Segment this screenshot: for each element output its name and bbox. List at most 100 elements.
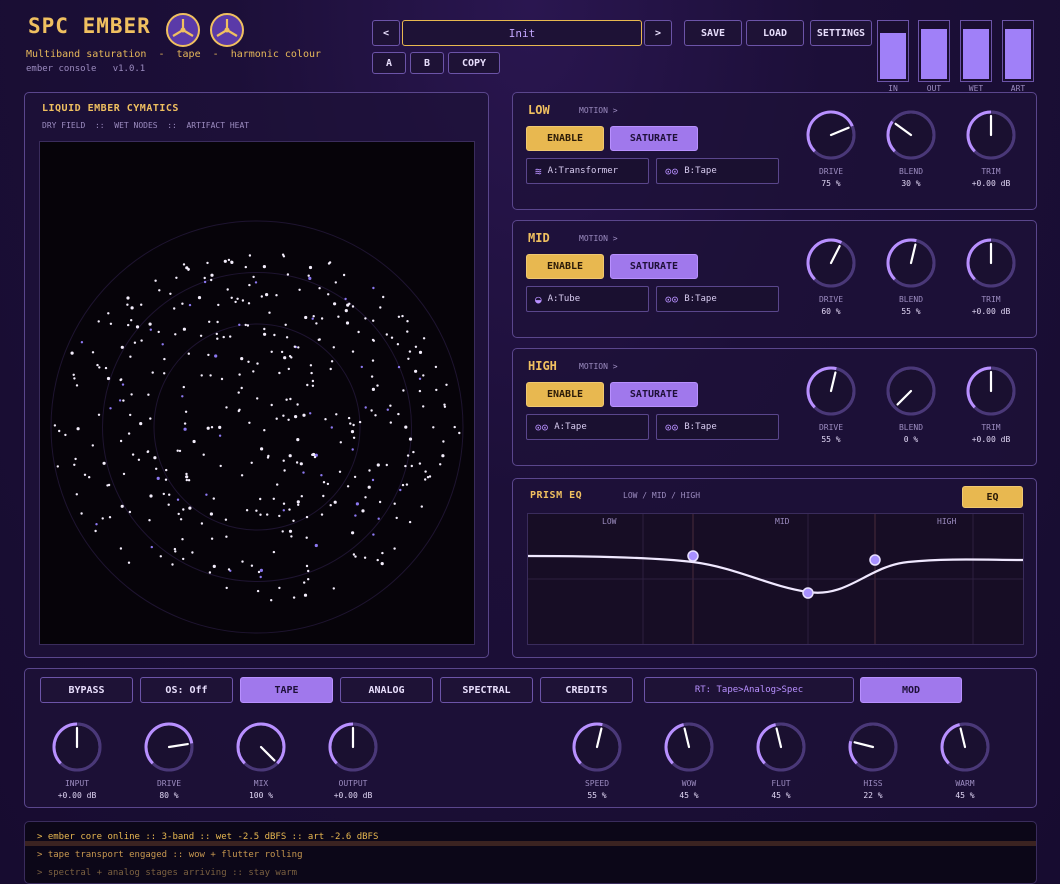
output-knob[interactable]	[327, 721, 379, 777]
trim-knob[interactable]	[965, 365, 1017, 421]
saturate-button[interactable]: SATURATE	[610, 254, 698, 279]
saturate-button[interactable]: SATURATE	[610, 126, 698, 151]
cymatics-dot	[171, 563, 174, 566]
cymatics-dot	[202, 453, 205, 456]
cymatics-dot	[364, 406, 367, 409]
trim-knob[interactable]	[965, 237, 1017, 293]
cymatics-dot	[376, 384, 379, 387]
cymatics-dot	[247, 302, 251, 305]
ab-a-button[interactable]: A	[372, 52, 406, 74]
cymatics-dot	[424, 478, 427, 481]
drive-knob[interactable]	[143, 721, 195, 777]
trim-knob[interactable]	[965, 109, 1017, 165]
cymatics-dot	[395, 516, 398, 520]
eq-graph[interactable]: LOW MID HIGH	[527, 513, 1024, 645]
drive-knob[interactable]	[805, 109, 857, 165]
slot-b-selector[interactable]: ⊙⊙ B:Tape	[656, 286, 779, 312]
cymatics-dot	[352, 553, 356, 556]
drive-value: 55 %	[821, 435, 841, 444]
speed-knob[interactable]	[571, 721, 623, 777]
wow-knob[interactable]	[663, 721, 715, 777]
hiss-knob[interactable]	[847, 721, 899, 777]
slot-b-selector[interactable]: ⊙⊙ B:Tape	[656, 158, 779, 184]
cymatics-dot	[130, 393, 133, 396]
cymatics-dot	[372, 286, 375, 290]
eq-button[interactable]: EQ	[962, 486, 1023, 508]
cymatics-dot	[377, 517, 380, 520]
enable-button[interactable]: ENABLE	[526, 254, 604, 279]
cymatics-dot	[97, 413, 101, 416]
cymatics-dot	[122, 399, 125, 402]
tape-button[interactable]: TAPE	[240, 677, 333, 703]
cymatics-dot	[443, 403, 446, 406]
drive-label: DRIVE	[818, 167, 844, 176]
mod-button[interactable]: MOD	[860, 677, 962, 703]
analog-button[interactable]: ANALOG	[340, 677, 433, 703]
enable-button[interactable]: ENABLE	[526, 126, 604, 151]
ab-b-button[interactable]: B	[410, 52, 444, 74]
blend-knob[interactable]	[885, 237, 937, 293]
blend-knob[interactable]	[885, 365, 937, 421]
slot-a-selector[interactable]: ⊙⊙ A:Tape	[526, 414, 649, 440]
cymatics-dot	[386, 408, 389, 411]
cymatics-dot	[401, 483, 405, 487]
mix-knob[interactable]	[235, 721, 287, 777]
cymatics-dot	[352, 436, 356, 439]
cymatics-dot	[156, 476, 160, 480]
cymatics-dot	[297, 503, 300, 506]
credits-button[interactable]: CREDITS	[540, 677, 633, 703]
cymatics-dot	[252, 370, 255, 373]
spectral-button[interactable]: SPECTRAL	[440, 677, 533, 703]
saturate-button[interactable]: SATURATE	[610, 382, 698, 407]
cymatics-dot	[200, 374, 203, 377]
enable-button[interactable]: ENABLE	[526, 382, 604, 407]
cymatics-dot	[418, 462, 422, 465]
cymatics-dot	[220, 377, 224, 381]
motion-link[interactable]: MOTION >	[579, 362, 618, 371]
cymatics-dot	[390, 336, 394, 339]
blend-knob[interactable]	[885, 109, 937, 165]
flut-value: 45 %	[771, 791, 791, 800]
slot-b-label: B:Tape	[684, 294, 717, 304]
cymatics-subtitle: DRY FIELD :: WET NODES :: ARTIFACT HEAT	[42, 121, 250, 130]
preset-name-field[interactable]: Init	[402, 20, 642, 46]
cymatics-dot	[296, 500, 300, 504]
preset-next-button[interactable]: >	[644, 20, 672, 46]
cymatics-canvas[interactable]	[39, 141, 475, 645]
cymatics-dot	[288, 529, 293, 533]
drive-knob[interactable]	[805, 365, 857, 421]
flut-knob[interactable]	[755, 721, 807, 777]
oversampling-button[interactable]: OS: Off	[140, 677, 233, 703]
cymatics-dot	[131, 453, 135, 456]
slot-a-selector[interactable]: ≋ A:Transformer	[526, 158, 649, 184]
cymatics-dot	[296, 403, 299, 406]
cymatics-dot	[364, 317, 367, 320]
drive-knob[interactable]	[805, 237, 857, 293]
preset-prev-button[interactable]: <	[372, 20, 400, 46]
ab-copy-button[interactable]: COPY	[448, 52, 500, 74]
cymatics-dot	[129, 355, 132, 358]
motion-link[interactable]: MOTION >	[579, 106, 618, 115]
drive-label: DRIVE	[156, 779, 182, 788]
cymatics-dot	[363, 556, 367, 559]
load-button[interactable]: LOAD	[746, 20, 804, 46]
cymatics-dot	[307, 578, 310, 581]
eq-node-handle	[869, 554, 881, 566]
cymatics-dot	[282, 509, 285, 512]
meter-fill	[1005, 29, 1031, 79]
route-button[interactable]: RT: Tape>Analog>Spec	[644, 677, 854, 703]
band-panel-low: LOW MOTION > ENABLE SATURATE ≋ A:Transfo…	[512, 92, 1037, 210]
slot-b-selector[interactable]: ⊙⊙ B:Tape	[656, 414, 779, 440]
slot-a-selector[interactable]: ◒ A:Tube	[526, 286, 649, 312]
warm-knob[interactable]	[939, 721, 991, 777]
input-knob[interactable]	[51, 721, 103, 777]
bypass-button[interactable]: BYPASS	[40, 677, 133, 703]
cymatics-dot	[225, 535, 228, 538]
cymatics-dot	[174, 550, 177, 553]
save-button[interactable]: SAVE	[684, 20, 742, 46]
cymatics-dot	[255, 509, 258, 512]
motion-link[interactable]: MOTION >	[579, 234, 618, 243]
app-version: ember console v1.0.1	[26, 64, 146, 74]
settings-button[interactable]: SETTINGS	[810, 20, 872, 46]
cymatics-dot	[333, 500, 337, 504]
